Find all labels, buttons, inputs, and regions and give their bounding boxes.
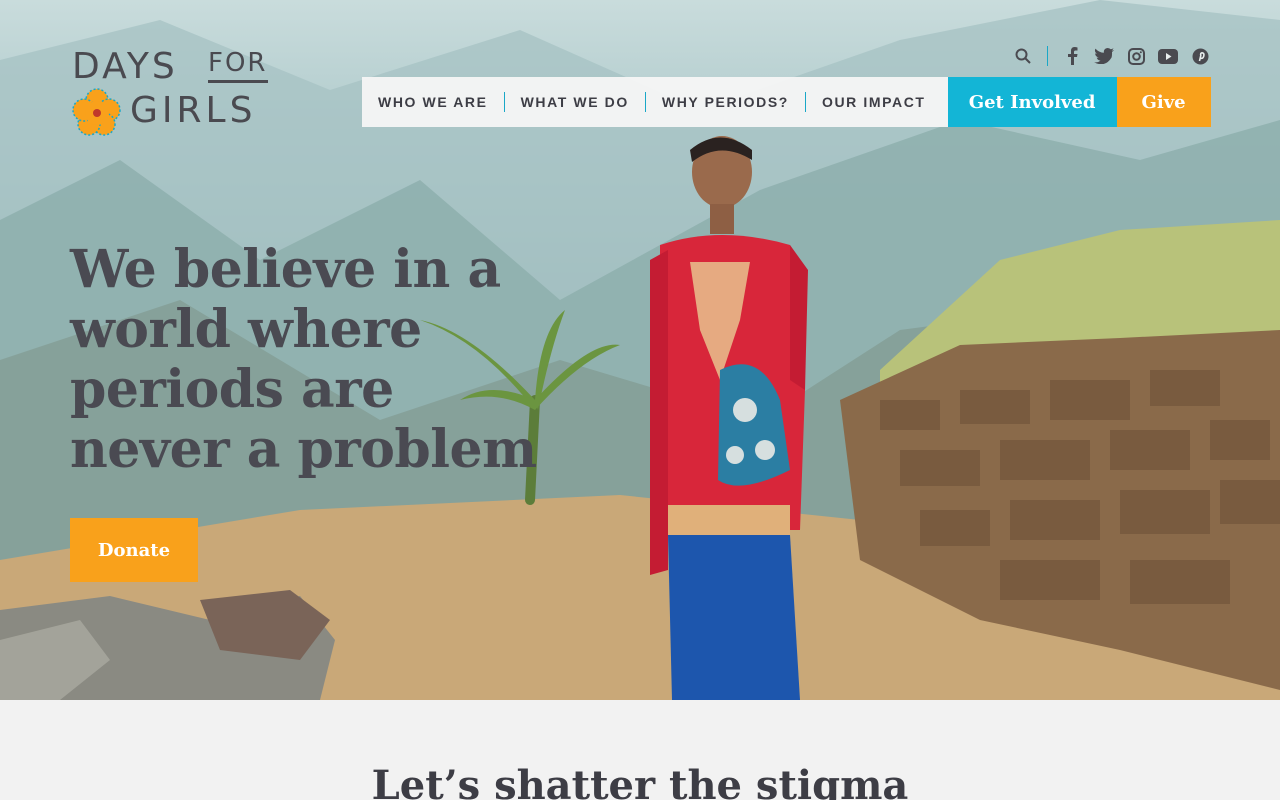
facebook-icon[interactable] <box>1062 46 1082 66</box>
logo-text-for: FOR <box>208 48 268 83</box>
main-nav: WHO WE ARE WHAT WE DO WHY PERIODS? OUR I… <box>362 77 1211 127</box>
hero-headline: We believe in a world where periods are … <box>70 239 537 480</box>
give-button[interactable]: Give <box>1116 77 1211 127</box>
twitter-icon[interactable] <box>1094 46 1114 66</box>
logo[interactable]: DAYS FOR GIRLS <box>72 46 282 138</box>
nav-menu: WHO WE ARE WHAT WE DO WHY PERIODS? OUR I… <box>362 77 948 127</box>
nav-item-why-periods[interactable]: WHY PERIODS? <box>646 94 805 110</box>
social-divider <box>1047 46 1048 66</box>
logo-text-days: DAYS <box>72 46 178 87</box>
donate-button[interactable]: Donate <box>70 518 198 582</box>
nav-item-what-we-do[interactable]: WHAT WE DO <box>505 94 645 110</box>
nav-item-who-we-are[interactable]: WHO WE ARE <box>362 94 504 110</box>
youtube-icon[interactable] <box>1158 46 1178 66</box>
search-icon[interactable] <box>1013 46 1033 66</box>
hero-banner: DAYS FOR GIRLS WHO WE ARE WHAT WE DO WHY… <box>0 0 1280 700</box>
nav-item-our-impact[interactable]: OUR IMPACT <box>806 94 942 110</box>
section-title: Let’s shatter the stigma <box>371 762 909 800</box>
social-bar <box>1013 46 1210 66</box>
get-involved-button[interactable]: Get Involved <box>947 77 1117 127</box>
instagram-icon[interactable] <box>1126 46 1146 66</box>
logo-text-girls: GIRLS <box>130 90 257 131</box>
pinterest-icon[interactable] <box>1190 46 1210 66</box>
flower-logo-icon <box>72 88 121 136</box>
